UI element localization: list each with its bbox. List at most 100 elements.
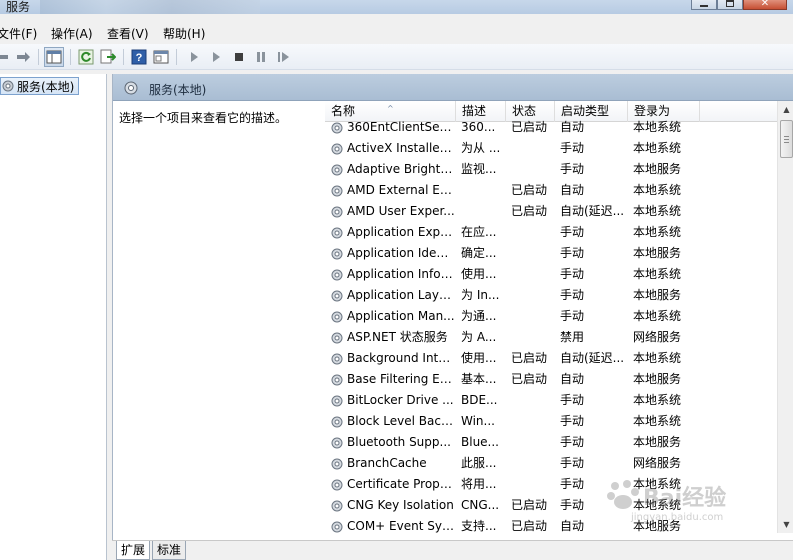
view-tabs: 扩展 标准 — [112, 540, 793, 560]
service-name-cell: Application Iden... — [330, 243, 456, 264]
console-tree: 服务(本地) — [0, 74, 107, 560]
service-name-cell: Background Inte... — [330, 348, 456, 369]
restart-service-button[interactable] — [274, 47, 294, 67]
pause-service-button[interactable] — [251, 47, 271, 67]
service-gear-icon — [331, 248, 343, 259]
watermark-text: Bai经验 — [643, 486, 727, 511]
forward-button[interactable] — [13, 47, 33, 67]
service-row[interactable]: Bluetooth Supp... Blue... 手动 本地服务 — [325, 432, 777, 453]
service-status — [511, 285, 556, 306]
service-row[interactable]: ActiveX Installer ... 为从 ... 手动 本地系统 — [325, 138, 777, 159]
service-row[interactable]: Adaptive Brightn... 监视... 手动 本地服务 — [325, 159, 777, 180]
service-status — [511, 411, 556, 432]
menu-action[interactable]: 操作(A) — [51, 25, 93, 42]
properties-button[interactable] — [151, 47, 171, 67]
service-name: Adaptive Brightn... — [347, 162, 455, 176]
service-logon-as: 本地服务 — [633, 162, 682, 176]
column-header-name-label: 名称 — [331, 104, 356, 118]
refresh-button[interactable] — [76, 47, 96, 67]
start-service-alt-button[interactable] — [206, 47, 226, 67]
tree-item-services-local[interactable]: 服务(本地) — [0, 77, 80, 95]
tab-standard[interactable]: 标准 — [152, 541, 187, 560]
service-row[interactable]: ASP.NET 状态服务为 A... 禁用 网络服务 — [325, 327, 777, 348]
menu-view[interactable]: 查看(V) — [107, 25, 149, 42]
service-description: 在应... — [461, 225, 497, 239]
services-gear-icon — [2, 80, 14, 92]
service-row[interactable]: BranchCache 此服... 手动 网络服务 — [325, 453, 777, 474]
services-list: 名称 ^ 描述 状态 启动类型 登录为 360EntClientServ... 3… — [325, 101, 793, 533]
close-icon: ✕ — [760, 0, 770, 9]
menu-file[interactable]: 文件(F) — [0, 25, 37, 42]
service-row[interactable]: Background Inte... 使用... 已启动 自动(延迟... 本地系统 — [325, 348, 777, 369]
stop-icon — [235, 53, 243, 61]
service-description: 为通... — [461, 309, 497, 323]
service-gear-icon — [331, 395, 343, 406]
service-description: 为从 ... — [461, 141, 501, 155]
service-row[interactable]: AMD External Ev... 已启动 自动 本地系统 — [325, 180, 777, 201]
service-gear-icon — [331, 269, 343, 280]
service-row[interactable]: Application Iden... 确定... 手动 本地服务 — [325, 243, 777, 264]
close-button[interactable]: ✕ — [743, 0, 787, 10]
scrollbar-thumb[interactable] — [780, 120, 793, 158]
service-status: 已启动 — [511, 372, 548, 386]
service-row[interactable]: Application Infor... 使用... 手动 本地系统 — [325, 264, 777, 285]
service-gear-icon — [331, 185, 343, 196]
service-startup-type: 手动 — [560, 141, 585, 155]
service-description — [461, 180, 506, 201]
properties-icon — [153, 50, 169, 64]
service-name: Application Infor... — [347, 267, 455, 281]
service-name: Block Level Back... — [347, 414, 455, 428]
export-list-button[interactable] — [98, 47, 118, 67]
tab-extended[interactable]: 扩展 — [116, 541, 151, 560]
service-name-cell: Application Laye... — [330, 285, 456, 306]
back-button[interactable] — [0, 47, 12, 67]
service-row[interactable]: Application Expe... 在应... 手动 本地系统 — [325, 222, 777, 243]
service-gear-icon — [331, 479, 343, 490]
maximize-button[interactable] — [717, 0, 743, 10]
show-hide-console-tree-button[interactable] — [44, 47, 64, 67]
service-row[interactable]: AMD User Exper... 已启动 自动(延迟... 本地系统 — [325, 201, 777, 222]
service-status — [511, 327, 556, 348]
service-logon-as: 网络服务 — [633, 456, 682, 470]
toolbar-separator — [123, 49, 124, 65]
minimize-button[interactable] — [691, 0, 717, 10]
service-startup-type: 手动 — [560, 393, 585, 407]
baidu-paw-logo-icon — [607, 480, 639, 509]
service-status: 已启动 — [511, 120, 548, 134]
service-name: Application Man... — [347, 309, 455, 323]
service-name: AMD User Exper... — [347, 204, 455, 218]
help-button[interactable]: ? — [129, 47, 149, 67]
service-status — [511, 474, 556, 495]
start-service-button[interactable] — [184, 47, 204, 67]
service-description: Blue... — [461, 435, 499, 449]
service-startup-type: 禁用 — [560, 330, 585, 344]
scroll-down-arrow-icon[interactable]: ▼ — [778, 516, 793, 533]
service-startup-type: 自动 — [560, 183, 585, 197]
service-gear-icon — [331, 164, 343, 175]
service-startup-type: 手动 — [560, 267, 585, 281]
service-row[interactable]: 360EntClientServ... 360... 已启动 自动 本地系统 — [325, 117, 777, 138]
service-name-cell: COM+ Event Sys... — [330, 516, 456, 533]
service-row[interactable]: Block Level Back... Win... 手动 本地系统 — [325, 411, 777, 432]
service-status — [511, 453, 556, 474]
service-status: 已启动 — [511, 519, 548, 533]
service-logon-as: 本地系统 — [633, 351, 682, 365]
vertical-scrollbar[interactable]: ▲ ▼ — [777, 101, 793, 533]
service-name: Certificate Propa... — [347, 477, 455, 491]
scroll-up-arrow-icon[interactable]: ▲ — [778, 101, 793, 118]
service-gear-icon — [331, 437, 343, 448]
stop-service-button[interactable] — [229, 47, 249, 67]
service-row[interactable]: Application Man... 为通... 手动 本地系统 — [325, 306, 777, 327]
service-description: 360... — [461, 120, 496, 134]
service-name-cell: AMD User Exper... — [330, 201, 456, 222]
service-description: 基本... — [461, 372, 497, 386]
service-row[interactable]: BitLocker Drive ... BDE... 手动 本地系统 — [325, 390, 777, 411]
service-logon-as: 本地服务 — [633, 246, 682, 260]
service-name: ASP.NET 状态服务 — [347, 330, 448, 344]
service-row[interactable]: Application Laye... 为 In... 手动 本地服务 — [325, 285, 777, 306]
service-status — [511, 138, 556, 159]
service-logon-as: 本地系统 — [633, 309, 682, 323]
pane-header: 服务(本地) — [113, 74, 793, 101]
service-row[interactable]: Base Filtering En... 基本... 已启动 自动 本地服务 — [325, 369, 777, 390]
menu-help[interactable]: 帮助(H) — [163, 25, 205, 42]
